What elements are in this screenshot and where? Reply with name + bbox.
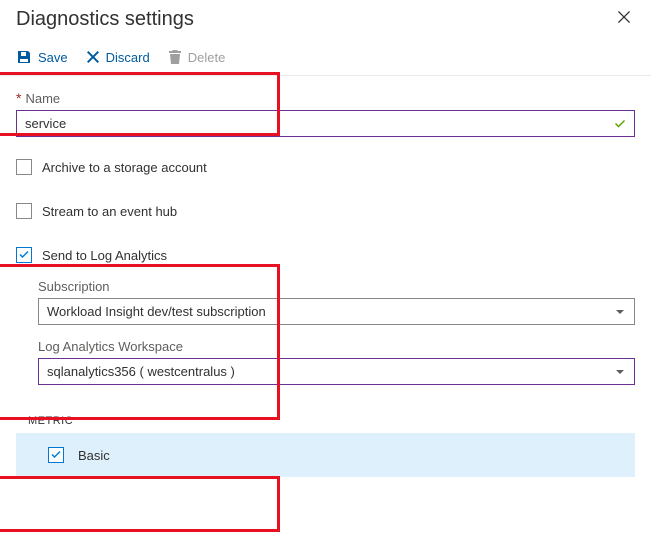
save-button[interactable]: Save <box>16 49 68 65</box>
basic-checkbox[interactable] <box>48 447 64 463</box>
log-analytics-label: Send to Log Analytics <box>42 248 167 263</box>
page-title: Diagnostics settings <box>16 8 194 31</box>
metric-basic-row[interactable]: Basic <box>16 433 635 477</box>
name-label: * Name <box>16 90 635 106</box>
chevron-down-icon <box>614 306 626 318</box>
required-star-icon: * <box>16 90 21 106</box>
discard-label: Discard <box>106 50 150 65</box>
valid-check-icon <box>613 117 627 131</box>
archive-label: Archive to a storage account <box>42 160 207 175</box>
save-icon <box>16 49 32 65</box>
name-input[interactable] <box>16 110 635 137</box>
delete-button: Delete <box>168 49 226 65</box>
close-icon <box>617 10 631 24</box>
basic-label: Basic <box>78 448 110 463</box>
highlight-box <box>0 476 280 532</box>
checkmark-icon <box>18 249 30 261</box>
chevron-down-icon <box>614 366 626 378</box>
metric-heading: METRIC <box>28 415 635 427</box>
checkmark-icon <box>50 449 62 461</box>
toolbar: Save Discard Delete <box>0 35 651 76</box>
log-analytics-checkbox[interactable] <box>16 247 32 263</box>
subscription-dropdown[interactable]: Workload Insight dev/test subscription <box>38 298 635 325</box>
workspace-label: Log Analytics Workspace <box>38 339 635 354</box>
subscription-label: Subscription <box>38 279 635 294</box>
discard-icon <box>86 50 100 64</box>
discard-button[interactable]: Discard <box>86 50 150 65</box>
stream-label: Stream to an event hub <box>42 204 177 219</box>
archive-checkbox[interactable] <box>16 159 32 175</box>
close-button[interactable] <box>613 8 635 30</box>
workspace-value: sqlanalytics356 ( westcentralus ) <box>47 364 235 379</box>
subscription-value: Workload Insight dev/test subscription <box>47 304 266 319</box>
save-label: Save <box>38 50 68 65</box>
delete-label: Delete <box>188 50 226 65</box>
stream-checkbox[interactable] <box>16 203 32 219</box>
workspace-dropdown[interactable]: sqlanalytics356 ( westcentralus ) <box>38 358 635 385</box>
delete-icon <box>168 49 182 65</box>
